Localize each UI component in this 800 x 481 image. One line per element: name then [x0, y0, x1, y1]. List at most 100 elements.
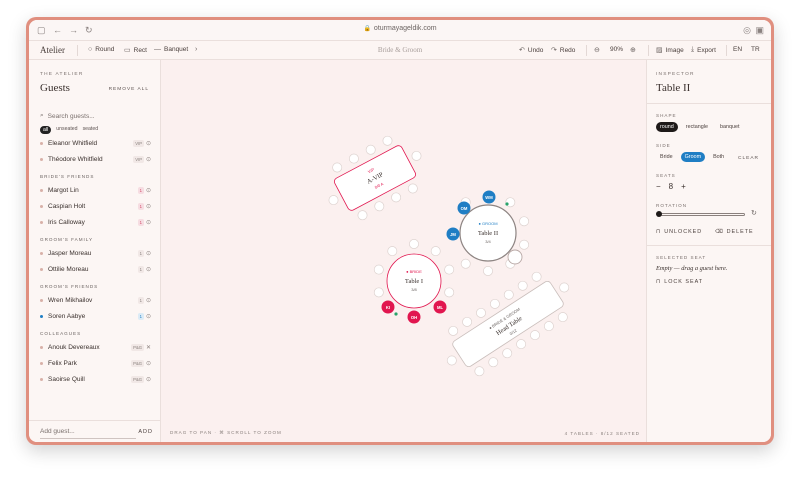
- seats-increment-button[interactable]: +: [681, 182, 686, 191]
- empty-seat[interactable]: [519, 216, 530, 227]
- guest-row[interactable]: Saoirse Quill P&G ⊙: [29, 371, 161, 387]
- table-ii[interactable]: ● GROOM Table II 3/4: [459, 204, 517, 262]
- zoom-in-button[interactable]: ⊕: [630, 46, 636, 54]
- empty-seat[interactable]: [444, 287, 455, 298]
- empty-seat[interactable]: [407, 183, 418, 194]
- empty-seat[interactable]: [559, 282, 570, 293]
- remove-all-button[interactable]: REMOVE ALL: [109, 87, 149, 92]
- guest-row[interactable]: Caspian Holt 1 ⊙: [29, 198, 161, 214]
- empty-seat[interactable]: [483, 266, 493, 276]
- guest-row[interactable]: Ottilie Moreau 1 ⊙: [29, 261, 161, 277]
- seats-decrement-button[interactable]: −: [656, 182, 661, 191]
- guest-row[interactable]: Eleanor Whitfield VIP ⊙: [29, 135, 161, 151]
- zoom-out-button[interactable]: ⊖: [594, 46, 600, 54]
- guest-seat[interactable]: JM: [446, 227, 460, 241]
- empty-seat[interactable]: [516, 339, 527, 350]
- extension-icon[interactable]: ◎: [743, 25, 751, 35]
- seat-icon[interactable]: ⊙: [146, 250, 151, 257]
- empty-seat[interactable]: [387, 246, 398, 257]
- guest-seat[interactable]: KI: [381, 300, 395, 314]
- empty-seat[interactable]: [365, 144, 376, 155]
- lang-tr-button[interactable]: TR: [751, 46, 760, 53]
- guest-seat[interactable]: OH: [407, 310, 421, 324]
- export-button[interactable]: ⤓ Export: [691, 46, 716, 54]
- guest-row[interactable]: Iris Calloway 1 ⊙: [29, 214, 161, 230]
- guest-row[interactable]: Anouk Devereaux P&G ✕: [29, 339, 161, 355]
- rotation-slider[interactable]: [659, 213, 745, 216]
- empty-seat[interactable]: [374, 201, 385, 212]
- search-input[interactable]: ⌕ Search guests...: [40, 110, 150, 122]
- empty-seat[interactable]: [328, 195, 339, 206]
- guest-row[interactable]: Felix Park P&G ⊙: [29, 355, 161, 371]
- empty-seat[interactable]: [373, 287, 384, 298]
- address-bar[interactable]: 🔒 oturmayageldik.com: [29, 25, 771, 32]
- empty-seat[interactable]: [430, 246, 441, 257]
- empty-seat[interactable]: [462, 316, 473, 327]
- window-icon[interactable]: ▣: [755, 25, 764, 35]
- seat-icon[interactable]: ⊙: [146, 297, 151, 304]
- empty-seat[interactable]: [348, 153, 359, 164]
- seat-icon[interactable]: ⊙: [146, 156, 151, 163]
- table-i[interactable]: ● BRIDE Table I 3/8: [386, 253, 442, 309]
- empty-seat[interactable]: [503, 289, 514, 300]
- empty-seat[interactable]: [409, 239, 419, 249]
- guest-row[interactable]: Soren Aabye 1 ⊙: [29, 308, 161, 324]
- seat-icon[interactable]: ⊙: [146, 187, 151, 194]
- unlocked-toggle[interactable]: ⊓ UNLOCKED: [656, 229, 702, 235]
- add-guest-input[interactable]: Add guest...: [40, 428, 75, 435]
- empty-seat[interactable]: [517, 280, 528, 291]
- seat-icon[interactable]: ⊙: [146, 140, 151, 147]
- empty-seat[interactable]: [373, 264, 384, 275]
- seat-icon[interactable]: ⊙: [146, 203, 151, 210]
- empty-seat[interactable]: [502, 348, 513, 359]
- close-icon[interactable]: ✕: [146, 344, 151, 351]
- shape-banquet-button[interactable]: banquet: [716, 122, 744, 132]
- delete-table-button[interactable]: ⌫ DELETE: [715, 229, 754, 235]
- seat-icon[interactable]: ⊙: [146, 219, 151, 226]
- lock-seat-button[interactable]: ⊓ LOCK SEAT: [656, 279, 703, 285]
- empty-seat[interactable]: [448, 325, 459, 336]
- empty-seat[interactable]: [488, 357, 499, 368]
- lang-en-button[interactable]: EN: [733, 46, 742, 53]
- filter-unseated[interactable]: unseated: [56, 126, 77, 134]
- redo-button[interactable]: ↷ Redo: [551, 46, 575, 55]
- shape-round-button[interactable]: round: [656, 122, 678, 132]
- rotation-slider-handle[interactable]: [656, 211, 662, 217]
- seat-icon[interactable]: ⊙: [146, 313, 151, 320]
- empty-seat[interactable]: [444, 264, 455, 275]
- seat-icon[interactable]: ⊙: [146, 266, 151, 273]
- guest-row[interactable]: Jasper Moreau 1 ⊙: [29, 245, 161, 261]
- guest-seat[interactable]: ML: [433, 300, 447, 314]
- guest-seat[interactable]: WM: [482, 190, 496, 204]
- seat-icon[interactable]: ⊙: [146, 360, 151, 367]
- guest-row[interactable]: Wren Mikhailov 1 ⊙: [29, 292, 161, 308]
- empty-seat[interactable]: [543, 321, 554, 332]
- image-button[interactable]: ▨ Image: [656, 46, 684, 55]
- reset-rotation-icon[interactable]: ↻: [751, 209, 757, 217]
- table-vip[interactable]: VIP A-VIP 0/0 A: [333, 144, 417, 211]
- empty-seat[interactable]: [460, 258, 471, 269]
- empty-seat[interactable]: [391, 192, 402, 203]
- empty-seat[interactable]: [382, 135, 393, 146]
- selected-seat[interactable]: [507, 249, 523, 265]
- shape-rectangle-button[interactable]: rectangle: [682, 122, 712, 132]
- empty-seat[interactable]: [357, 210, 368, 221]
- filter-seated[interactable]: seated: [83, 126, 99, 134]
- clear-side-button[interactable]: CLEAR: [738, 156, 759, 161]
- undo-button[interactable]: ↶ Undo: [519, 46, 543, 55]
- empty-seat[interactable]: [489, 298, 500, 309]
- empty-seat[interactable]: [557, 312, 568, 323]
- empty-seat[interactable]: [474, 366, 485, 377]
- guest-row[interactable]: Théodore Whitfield VIP ⊙: [29, 151, 161, 167]
- add-guest-button[interactable]: ADD: [138, 429, 153, 435]
- floor-plan[interactable]: VIP A-VIP 0/0 A ● GROOM Table II 3/4 ● B…: [161, 60, 649, 442]
- empty-seat[interactable]: [531, 271, 542, 282]
- guest-seat[interactable]: OM: [457, 201, 471, 215]
- side-bride-button[interactable]: Bride: [656, 152, 677, 162]
- filter-all[interactable]: all: [40, 126, 52, 134]
- empty-seat[interactable]: [476, 307, 486, 318]
- empty-seat[interactable]: [332, 162, 343, 173]
- floor-canvas[interactable]: VIP A-VIP 0/0 A ● GROOM Table II 3/4 ● B…: [161, 60, 649, 442]
- side-both-button[interactable]: Both: [709, 152, 728, 162]
- guest-row[interactable]: Margot Lin 1 ⊙: [29, 182, 161, 198]
